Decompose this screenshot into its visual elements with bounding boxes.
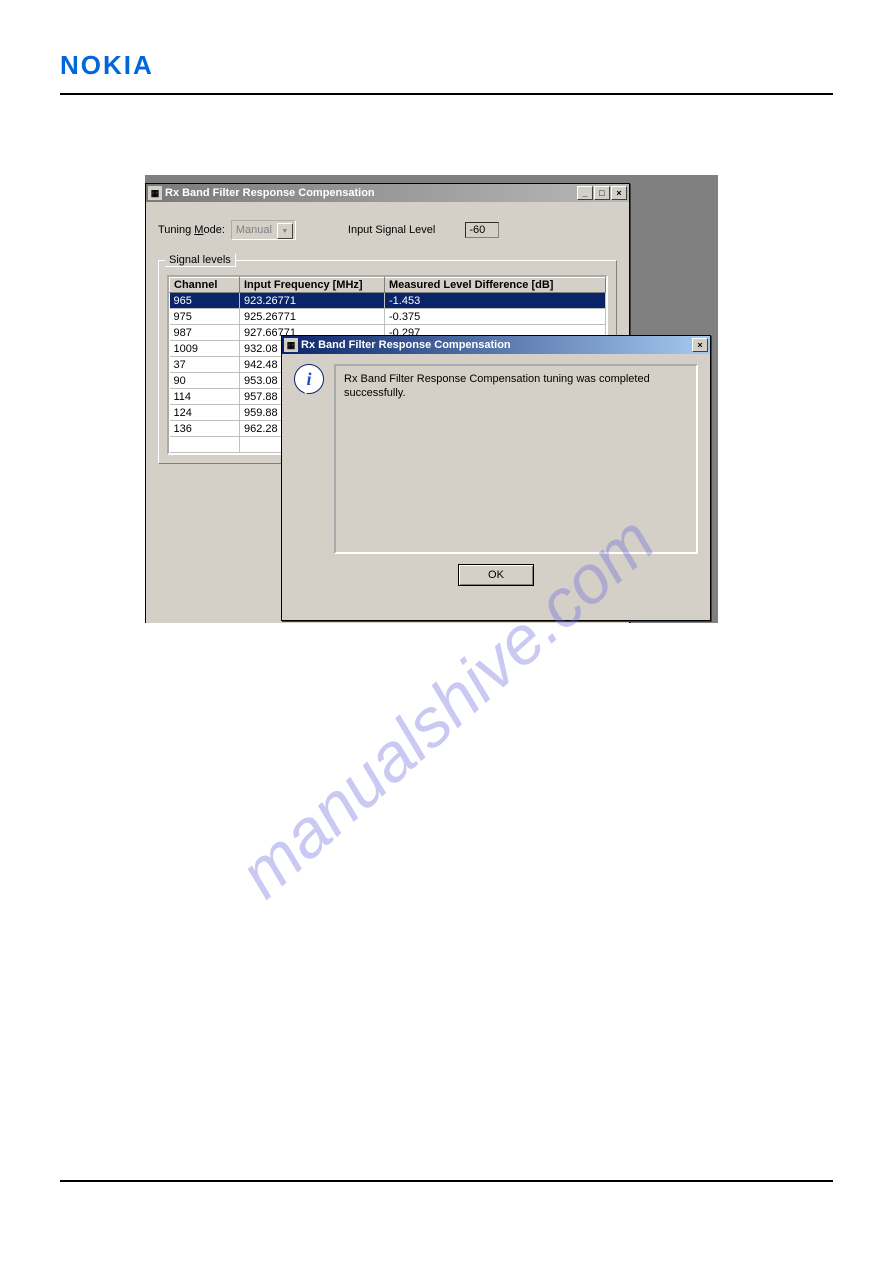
app-icon: ▦ bbox=[284, 338, 298, 352]
main-titlebar[interactable]: ▦ Rx Band Filter Response Compensation _… bbox=[146, 184, 629, 202]
cell-channel: 90 bbox=[170, 373, 240, 389]
main-title-text: Rx Band Filter Response Compensation bbox=[165, 187, 577, 199]
dialog-close-button[interactable]: × bbox=[692, 338, 708, 352]
success-dialog: ▦ Rx Band Filter Response Compensation ×… bbox=[281, 335, 711, 621]
screenshot-region: ▦ Rx Band Filter Response Compensation _… bbox=[145, 175, 718, 623]
cell-channel: 987 bbox=[170, 325, 240, 341]
input-signal-value[interactable]: -60 bbox=[465, 222, 499, 238]
input-signal-label: Input Signal Level bbox=[348, 224, 435, 236]
minimize-button[interactable]: _ bbox=[577, 186, 593, 200]
table-row[interactable]: 975925.26771-0.375 bbox=[170, 309, 606, 325]
cell-channel bbox=[170, 437, 240, 453]
cell-channel: 965 bbox=[170, 293, 240, 309]
nokia-logo: NOKIA bbox=[60, 50, 833, 81]
app-icon: ▦ bbox=[148, 186, 162, 200]
cell-level: -1.453 bbox=[385, 293, 606, 309]
ok-button[interactable]: OK bbox=[458, 564, 534, 586]
table-row[interactable]: 965923.26771-1.453 bbox=[170, 293, 606, 309]
cell-channel: 37 bbox=[170, 357, 240, 373]
close-button[interactable]: × bbox=[611, 186, 627, 200]
footer-divider bbox=[60, 1180, 833, 1182]
dialog-title-text: Rx Band Filter Response Compensation bbox=[301, 339, 692, 351]
signal-levels-legend: Signal levels bbox=[165, 254, 236, 267]
dialog-message: Rx Band Filter Response Compensation tun… bbox=[334, 364, 698, 554]
tuning-mode-dropdown: Manual bbox=[231, 220, 296, 240]
col-channel[interactable]: Channel bbox=[170, 278, 240, 293]
cell-channel: 136 bbox=[170, 421, 240, 437]
cell-channel: 124 bbox=[170, 405, 240, 421]
cell-level: -0.375 bbox=[385, 309, 606, 325]
cell-freq: 925.26771 bbox=[240, 309, 385, 325]
col-frequency[interactable]: Input Frequency [MHz] bbox=[240, 278, 385, 293]
cell-channel: 975 bbox=[170, 309, 240, 325]
maximize-button[interactable]: □ bbox=[594, 186, 610, 200]
cell-channel: 1009 bbox=[170, 341, 240, 357]
col-level[interactable]: Measured Level Difference [dB] bbox=[385, 278, 606, 293]
cell-freq: 923.26771 bbox=[240, 293, 385, 309]
dialog-titlebar[interactable]: ▦ Rx Band Filter Response Compensation × bbox=[282, 336, 710, 354]
info-icon: i bbox=[294, 364, 324, 394]
tuning-mode-label: Tuning Mode: bbox=[158, 224, 225, 236]
cell-channel: 114 bbox=[170, 389, 240, 405]
header-divider bbox=[60, 93, 833, 95]
